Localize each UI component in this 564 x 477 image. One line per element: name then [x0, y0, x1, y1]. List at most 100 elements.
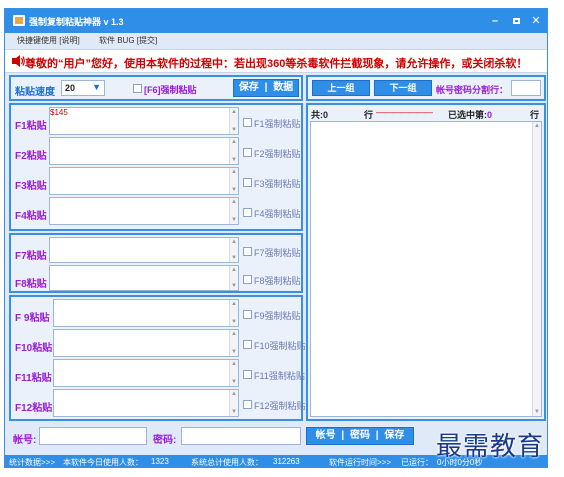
separator-bar: | — [341, 430, 345, 441]
menu-bug-report[interactable]: 软件 BUG [提交] — [99, 35, 157, 46]
f6-force-label: [F6]强制粘贴 — [144, 85, 197, 95]
speed-select[interactable]: 20 ▼ — [61, 80, 105, 96]
slot-label-f8: F8粘贴 — [15, 279, 47, 290]
slot-check-label-f4: F4强制粘贴 — [254, 209, 301, 219]
status-total-label: 系统总计使用人数： — [191, 458, 263, 467]
scrollbar[interactable]: ▲ ▼ — [229, 390, 238, 416]
scrollbar[interactable]: ▲ ▼ — [229, 330, 238, 356]
slot-input-f11[interactable]: ▲ ▼ — [53, 359, 239, 387]
selected-prefix: 已选中第: — [448, 110, 487, 120]
slot-check-f9[interactable] — [243, 310, 252, 319]
slot-check-label-f11: F11强制粘贴 — [254, 371, 305, 381]
slot-input-f12[interactable]: ▲ ▼ — [53, 389, 239, 417]
slot-check-f10[interactable] — [243, 340, 252, 349]
slot-value-f1: $145 — [50, 108, 68, 117]
slot-check-f7[interactable] — [243, 247, 252, 256]
password-input[interactable] — [181, 427, 301, 445]
slot-label-f10: F10粘贴 — [15, 343, 53, 354]
status-today-count: 1323 — [151, 457, 169, 466]
scrollbar[interactable]: ▲ ▼ — [229, 360, 238, 386]
credentials-actions: 帐号 | 密码 | 保存 — [306, 427, 414, 445]
password-label: 密码: — [153, 435, 177, 446]
account-button[interactable]: 帐号 — [316, 430, 336, 441]
total-prefix: 共: — [311, 110, 323, 120]
scrollbar[interactable]: ▲ ▼ — [229, 168, 238, 194]
next-group-button[interactable]: 下一组 — [374, 80, 432, 96]
group-f7-f8: F7粘贴 ▲ ▼ F7强制粘贴 F8粘贴 ▲ ▼ F8强制粘贴 — [9, 233, 303, 293]
password-button[interactable]: 密码 — [350, 430, 370, 441]
selected-info: 已选中第:0 — [448, 108, 492, 121]
group-f9-f12: F 9粘贴 ▲ ▼ F9强制粘贴 F10粘贴 ▲ ▼ F10强制粘贴 F11粘贴 ▲… — [9, 295, 306, 421]
speed-toolbar: 粘贴速度 20 ▼ [F6]强制粘贴 保存 | 数据 — [9, 75, 303, 101]
slot-check-label-f10: F10强制粘贴 — [254, 341, 306, 351]
notice-bar: 尊敬的“用户”您好，使用本软件的过程中：若出现360等杀毒软件拦截现象，请允许操… — [5, 49, 547, 73]
separator-bar: | — [375, 430, 379, 441]
slot-input-f10[interactable]: ▲ ▼ — [53, 329, 239, 357]
scrollbar[interactable]: ▲ ▼ — [229, 108, 238, 134]
notice-text: 尊敬的“用户”您好，使用本软件的过程中：若出现360等杀毒软件拦截现象，请允许操… — [25, 58, 528, 70]
prev-group-button[interactable]: 上一组 — [312, 80, 370, 96]
selected-row: 0 — [487, 110, 493, 120]
slot-check-f3[interactable] — [243, 178, 252, 187]
dash-line: ——————— — [376, 107, 433, 117]
slot-label-f4: F4粘贴 — [15, 211, 47, 222]
slot-label-f12: F12粘贴 — [15, 403, 53, 414]
scrollbar[interactable]: ▲ ▼ — [229, 238, 238, 262]
list-summary: 共:0 — [311, 108, 328, 121]
speed-value: 20 — [65, 83, 76, 93]
maximize-button[interactable] — [508, 13, 524, 29]
chevron-down-icon: ▼ — [92, 82, 101, 92]
slot-input-f7[interactable]: ▲ ▼ — [49, 237, 239, 263]
scrollbar[interactable]: ▲ ▼ — [229, 198, 238, 224]
watermark: 最需教育 — [436, 432, 545, 462]
total-count: 0 — [323, 110, 329, 120]
save-data-button[interactable]: 保存 | 数据 — [233, 79, 299, 97]
close-button[interactable]: ✕ — [528, 13, 544, 29]
status-stats-label: 统计数据>>> — [9, 458, 56, 467]
slot-check-label-f9: F9强制粘贴 — [254, 311, 301, 321]
slot-input-f8[interactable]: ▲ ▼ — [49, 265, 239, 291]
row-word-2: 行 — [530, 110, 540, 120]
slot-check-label-f1: F1强制粘贴 — [254, 119, 301, 129]
slot-check-f2[interactable] — [243, 148, 252, 157]
app-icon — [13, 15, 25, 26]
scrollbar[interactable]: ▲ ▼ — [229, 138, 238, 164]
slot-check-f11[interactable] — [243, 370, 252, 379]
row-word: 行 — [364, 110, 374, 120]
slot-input-f3[interactable]: ▲ ▼ — [49, 167, 239, 195]
data-label: 数据 — [273, 82, 294, 93]
app-window: 强制复制粘贴神器 v 1.3 – ✕ 快捷键使用 [说明] 软件 BUG [提交… — [4, 8, 548, 468]
menu-shortcut-help[interactable]: 快捷键使用 [说明] — [17, 35, 80, 46]
status-runtime-label: 软件运行时间>>> — [329, 458, 392, 467]
scrollbar[interactable]: ▲ ▼ — [532, 122, 541, 416]
status-total-count: 312263 — [273, 457, 300, 466]
account-input[interactable] — [39, 427, 147, 445]
scrollbar[interactable]: ▲ ▼ — [229, 266, 238, 290]
slot-label-f11: F11粘贴 — [15, 373, 52, 384]
menu-bar: 快捷键使用 [说明] 软件 BUG [提交] — [5, 33, 547, 47]
separator-line-label: 帐号密码分割行： — [436, 85, 509, 95]
f6-force-checkbox[interactable] — [133, 84, 142, 93]
group-f1-f4: F1粘贴 $145 ▲ ▼ F1强制粘贴 F2粘贴 ▲ ▼ F2强制粘贴 F3粘贴 … — [9, 103, 303, 231]
slot-check-label-f8: F8强制粘贴 — [254, 276, 301, 286]
minimize-button[interactable]: – — [487, 13, 503, 29]
title-bar: 强制复制粘贴神器 v 1.3 – ✕ — [5, 9, 547, 33]
slot-check-f12[interactable] — [243, 400, 252, 409]
slot-check-f1[interactable] — [243, 118, 252, 127]
slot-check-label-f3: F3强制粘贴 — [254, 179, 301, 189]
slot-check-f8[interactable] — [243, 275, 252, 284]
speed-label: 粘贴速度 — [15, 87, 55, 98]
separator-line-input[interactable] — [511, 80, 541, 96]
account-label: 帐号: — [13, 435, 37, 446]
status-today-label: 本软件今日使用人数： — [63, 458, 143, 467]
save-button[interactable]: 保存 — [384, 430, 404, 441]
slot-input-f1[interactable]: $145 ▲ ▼ — [49, 107, 239, 135]
scrollbar[interactable]: ▲ ▼ — [229, 300, 238, 326]
slot-label-f7: F7粘贴 — [15, 251, 47, 262]
slot-input-f2[interactable]: ▲ ▼ — [49, 137, 239, 165]
window-title: 强制复制粘贴神器 v 1.3 — [29, 17, 124, 27]
account-list-box[interactable]: ▲ ▼ — [310, 121, 542, 417]
slot-input-f9[interactable]: ▲ ▼ — [53, 299, 239, 327]
slot-check-f4[interactable] — [243, 208, 252, 217]
slot-input-f4[interactable]: ▲ ▼ — [49, 197, 239, 225]
